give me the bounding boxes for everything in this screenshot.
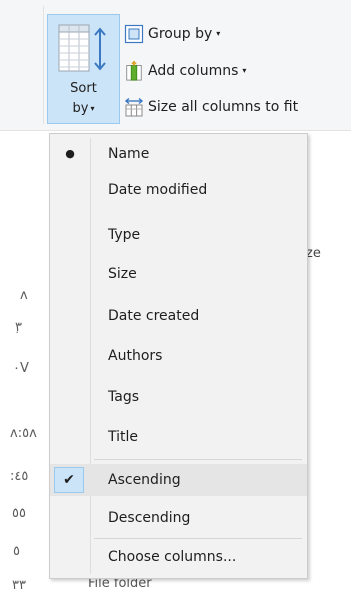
menu-item-date-created[interactable]: Date created <box>50 300 307 332</box>
menu-item-authors[interactable]: Authors <box>50 340 307 372</box>
menu-item-name[interactable]: ● Name <box>50 138 307 170</box>
menu-item-label: Type <box>108 227 141 243</box>
menu-item-label: Date created <box>108 308 200 324</box>
list-item-value: ٥٥ <box>12 506 26 521</box>
group-by-label: Group by <box>148 26 213 42</box>
size-all-columns-label: Size all columns to fit <box>148 99 299 115</box>
add-columns-button[interactable]: Add columns ▾ <box>124 60 246 82</box>
list-item-value: ٠V <box>13 361 29 376</box>
menu-item-label: Ascending <box>108 472 181 488</box>
menu-item-label: Tags <box>108 389 139 405</box>
menu-item-label: Descending <box>108 510 191 526</box>
chevron-down-icon: ▾ <box>216 28 221 38</box>
size-column-header[interactable]: ze <box>306 246 321 261</box>
size-columns-icon <box>124 97 144 117</box>
menu-item-label: Name <box>108 146 150 162</box>
list-item-value: ٣٣ <box>12 578 26 593</box>
menu-item-descending[interactable]: Descending <box>50 502 307 534</box>
list-item-value: ʌ:٥ʌ <box>10 426 37 441</box>
list-item-value: :٤٥ <box>10 469 29 484</box>
group-by-icon <box>124 24 144 44</box>
sort-by-menu: ● Name Date modified Type Size Date crea… <box>49 133 308 579</box>
sort-label-line2: by ▾ <box>72 101 95 116</box>
add-columns-icon <box>126 61 142 81</box>
menu-item-label: Date modified <box>108 182 208 198</box>
size-all-columns-button[interactable]: Size all columns to fit <box>124 96 298 118</box>
menu-item-date-modified[interactable]: Date modified <box>50 174 307 206</box>
chevron-down-icon: ▾ <box>242 65 247 75</box>
menu-item-ascending[interactable]: ✔ Ascending <box>50 464 307 496</box>
menu-item-tags[interactable]: Tags <box>50 381 307 413</box>
radio-bullet-icon: ● <box>65 147 75 160</box>
menu-item-label: Choose columns... <box>108 549 237 565</box>
list-item-value: ٜ٣ <box>15 320 22 335</box>
sort-icon <box>58 24 106 72</box>
checkmark-icon: ✔ <box>63 472 75 488</box>
menu-separator <box>94 538 302 539</box>
add-columns-label: Add columns <box>148 63 239 79</box>
menu-item-label: Title <box>108 429 139 445</box>
list-item-value: ٥ <box>13 544 20 559</box>
menu-item-label: Authors <box>108 348 163 364</box>
group-by-button[interactable]: Group by ▾ <box>124 23 220 45</box>
menu-item-title[interactable]: Title <box>50 421 307 453</box>
sort-label-line1: Sort <box>70 81 97 96</box>
menu-item-type[interactable]: Type <box>50 219 307 251</box>
chevron-down-icon: ▾ <box>90 104 95 113</box>
list-item-value: ʌ <box>20 288 28 303</box>
menu-item-choose-columns[interactable]: Choose columns... <box>50 541 307 573</box>
sort-by-button[interactable]: Sort by ▾ <box>47 14 120 124</box>
ribbon: Sort by ▾ Group by ▾ Add columns ▾ Size … <box>0 0 351 131</box>
menu-item-size[interactable]: Size <box>50 258 307 290</box>
ribbon-divider <box>43 6 44 124</box>
menu-separator <box>94 459 302 460</box>
menu-item-label: Size <box>108 266 137 282</box>
